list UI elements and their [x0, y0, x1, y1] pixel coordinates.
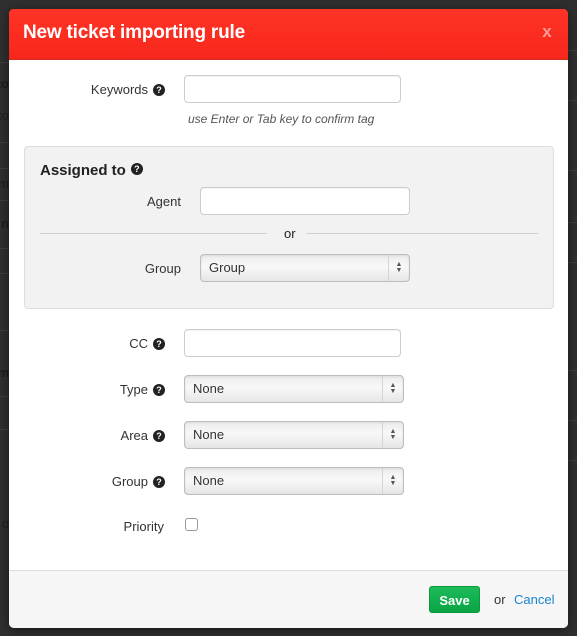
keywords-hint: use Enter or Tab key to confirm tag: [188, 112, 375, 126]
help-icon[interactable]: ?: [153, 384, 165, 396]
group-selected: None: [193, 473, 225, 488]
background-text: n: [1, 216, 9, 231]
agent-input[interactable]: [200, 187, 410, 215]
background-text: o: [1, 516, 9, 531]
help-icon[interactable]: ?: [153, 84, 165, 96]
help-icon[interactable]: ?: [153, 476, 165, 488]
area-label-text: Area: [120, 428, 148, 443]
keywords-input[interactable]: [184, 75, 401, 103]
assigned-group-label: Group: [144, 261, 181, 276]
agent-label: Agent: [147, 194, 181, 209]
save-button[interactable]: Save: [429, 586, 480, 613]
type-select[interactable]: None ▲ ▼: [184, 375, 404, 403]
assigned-to-title-text: Assigned to: [40, 162, 126, 179]
select-arrows-icon: ▲ ▼: [382, 422, 403, 448]
help-icon[interactable]: ?: [130, 163, 143, 175]
priority-label: Priority: [123, 519, 164, 534]
type-selected: None: [193, 381, 225, 396]
keywords-label: Keywords?: [91, 82, 165, 97]
type-label-text: Type: [119, 382, 148, 397]
select-arrows-icon: ▲ ▼: [382, 468, 403, 494]
group-label-text: Group: [111, 474, 148, 489]
assigned-to-title: Assigned to?: [40, 162, 143, 179]
background-text: to: [0, 108, 9, 123]
cc-label: CC?: [129, 336, 165, 351]
group-label: Group?: [112, 474, 165, 489]
assigned-to-panel: Assigned to? Agent or Group Group ▲ ▼: [24, 146, 554, 309]
divider-right: [306, 233, 538, 234]
divider-left: [40, 233, 267, 234]
background-text: to: [0, 76, 9, 91]
background-text: m: [0, 176, 9, 191]
area-selected: None: [193, 427, 225, 442]
select-arrows-icon: ▲ ▼: [382, 376, 403, 402]
select-arrows-icon: ▲ ▼: [388, 255, 409, 281]
assigned-group-selected: Group: [209, 260, 246, 275]
modal-footer: Save or Cancel: [9, 570, 568, 628]
or-separator: or: [284, 226, 296, 241]
assigned-group-select[interactable]: Group ▲ ▼: [200, 254, 410, 282]
cc-label-text: CC: [129, 336, 148, 351]
priority-checkbox[interactable]: [185, 518, 198, 531]
cancel-link[interactable]: Cancel: [514, 592, 554, 607]
area-select[interactable]: None ▲ ▼: [184, 421, 404, 449]
group-select[interactable]: None ▲ ▼: [184, 467, 404, 495]
cc-input[interactable]: [184, 329, 401, 357]
close-button[interactable]: x: [540, 23, 554, 41]
modal-title: New ticket importing rule: [23, 22, 245, 43]
keywords-label-text: Keywords: [90, 82, 148, 97]
area-label: Area?: [121, 428, 165, 443]
import-rule-modal: New ticket importing rule x Keywords? us…: [9, 9, 568, 628]
help-icon[interactable]: ?: [153, 338, 165, 350]
help-icon[interactable]: ?: [153, 430, 165, 442]
background-text: m: [0, 365, 9, 380]
footer-or-text: or: [494, 592, 506, 607]
modal-header: New ticket importing rule x: [9, 9, 568, 60]
type-label: Type?: [120, 382, 165, 397]
